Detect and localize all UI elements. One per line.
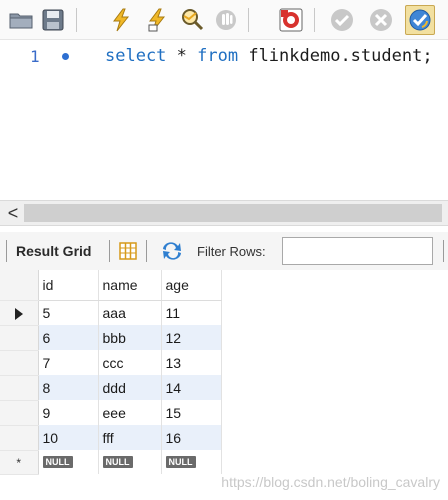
column-header-id[interactable]: id [38,270,99,301]
column-header-age[interactable]: age [161,270,222,301]
refresh-icon[interactable] [160,240,184,262]
toolbar-separator [109,240,110,262]
execute-icon [113,8,130,32]
explain-icon [182,9,204,31]
autocommit-icon [409,9,431,31]
cell-name-null[interactable]: NULL [98,450,162,474]
line-number: 1 [30,47,40,66]
row-selector[interactable] [0,400,39,426]
table-row[interactable]: 7 ccc 13 [0,350,222,376]
scrollbar-thumb[interactable] [24,204,442,222]
cell-id[interactable]: 5 [38,300,99,325]
cell-age[interactable]: 16 [161,425,222,450]
table-row[interactable]: 9 eee 15 [0,400,222,426]
cell-id[interactable]: 10 [38,425,99,450]
save-icon [42,9,64,31]
cell-id[interactable]: 9 [38,400,99,425]
toolbar-separator [248,8,249,32]
commit-button[interactable] [327,5,357,35]
null-badge: NULL [165,456,196,468]
cell-age[interactable]: 15 [161,400,222,425]
table-row[interactable]: 6 bbb 12 [0,325,222,351]
result-grid-tab[interactable]: Result Grid [16,243,91,259]
cell-name[interactable]: ccc [98,350,162,375]
cell-age[interactable]: 12 [161,325,222,350]
toolbar-separator [314,8,315,32]
null-badge: NULL [102,456,133,468]
cell-id[interactable]: 6 [38,325,99,350]
result-toolbar: Result Grid Filter Rows: [0,232,448,270]
sql-editor[interactable]: 1 select * from flinkdemo.student; [0,40,448,200]
toolbar-separator [443,240,444,262]
cell-name[interactable]: bbb [98,325,162,350]
column-header-name[interactable]: name [98,270,162,301]
row-selector[interactable]: * [0,450,39,475]
toolbar-separator [6,240,7,262]
row-selector[interactable] [0,425,39,451]
cell-age[interactable]: 14 [161,375,222,400]
code-line[interactable]: select * from flinkdemo.student; [105,46,433,66]
table-row[interactable]: 8 ddd 14 [0,375,222,401]
filter-rows-label: Filter Rows: [197,244,266,259]
grid-view-icon[interactable] [118,241,138,261]
execute-current-icon [148,8,166,32]
grid-header-row: id name age [0,270,222,301]
keyword-from: from [197,46,239,66]
table-row[interactable]: 10 fff 16 [0,425,222,451]
open-folder-icon [9,13,33,29]
open-folder-button[interactable] [6,5,36,35]
cell-id[interactable]: 7 [38,350,99,375]
stop-icon [216,10,236,30]
cell-age[interactable]: 13 [161,350,222,375]
autocommit-toggle-button[interactable] [405,5,435,35]
result-grid: id name age 5 aaa 11 6 bbb 12 7 ccc 13 8… [0,270,222,475]
new-row[interactable]: * NULL NULL NULL [0,450,222,475]
code-text: * [166,46,198,66]
cell-name[interactable]: ddd [98,375,162,400]
cell-id-null[interactable]: NULL [38,450,99,474]
filter-rows-input[interactable] [282,237,433,265]
toolbar-separator [146,240,147,262]
cell-age-null[interactable]: NULL [161,450,222,474]
rollback-button[interactable] [366,5,396,35]
execute-button[interactable] [106,5,136,35]
execute-current-button[interactable] [142,5,172,35]
cell-name[interactable]: aaa [98,300,162,325]
null-badge: NULL [42,456,73,468]
stop-button[interactable] [211,5,241,35]
new-row-marker: * [16,456,22,470]
toolbar-separator [76,8,77,32]
sql-editor-toolbar [0,0,448,40]
code-text: flinkdemo.student; [238,46,433,66]
commit-icon [331,9,353,31]
error-toggle-icon [279,8,303,32]
rollback-icon [370,9,392,31]
cell-name[interactable]: eee [98,400,162,425]
cell-id[interactable]: 8 [38,375,99,400]
table-row[interactable]: 5 aaa 11 [0,300,222,326]
row-selector[interactable] [0,325,39,351]
error-toggle-button[interactable] [276,5,306,35]
save-button[interactable] [38,5,68,35]
row-selector[interactable] [0,350,39,376]
row-selector[interactable] [0,300,39,326]
editor-horizontal-scrollbar[interactable]: < [0,200,448,226]
explain-button[interactable] [177,5,207,35]
cell-name[interactable]: fff [98,425,162,450]
row-selector[interactable] [0,375,39,401]
editor-gutter: 1 [0,40,98,200]
keyword-select: select [105,46,167,66]
statement-marker-icon [62,53,69,60]
current-row-arrow-icon [14,307,23,320]
cell-age[interactable]: 11 [161,300,222,325]
row-selector-header[interactable] [0,270,39,301]
scroll-left-arrow-icon[interactable]: < [4,203,22,223]
watermark: https://blog.csdn.net/boling_cavalry [221,474,440,490]
